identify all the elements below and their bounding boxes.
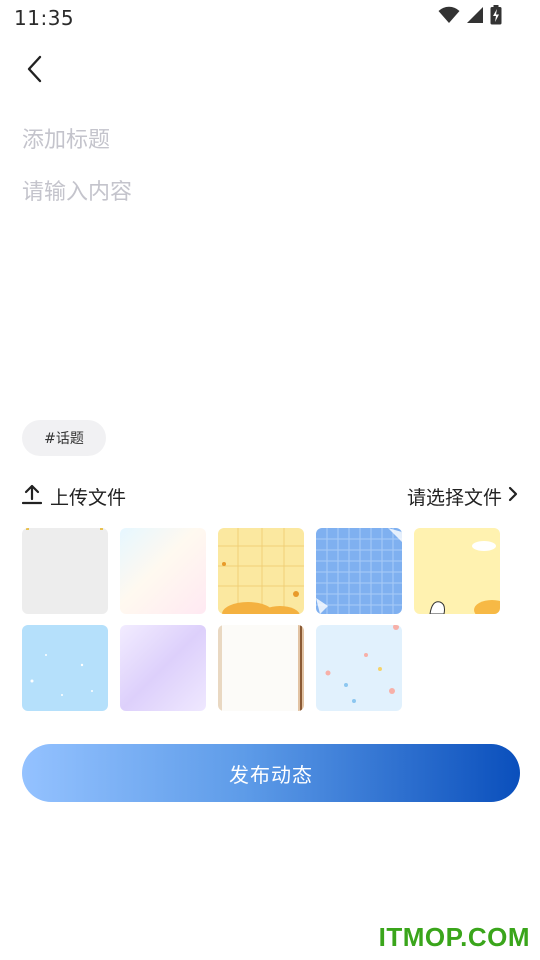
upload-icon — [21, 483, 43, 509]
background-thumbnail[interactable] — [316, 528, 402, 614]
background-thumbnail[interactable] — [120, 528, 206, 614]
background-thumbnail[interactable] — [218, 528, 304, 614]
title-input[interactable] — [22, 124, 502, 156]
back-button[interactable] — [22, 52, 52, 86]
upload-row: 上传文件 请选择文件 — [21, 480, 520, 512]
wifi-icon — [438, 6, 460, 28]
topic-chip[interactable]: #话题 — [22, 420, 106, 456]
choose-file-label: 请选择文件 — [406, 486, 502, 509]
status-icons — [438, 5, 502, 29]
background-thumbnail[interactable] — [120, 625, 206, 711]
chevron-right-icon — [506, 484, 520, 508]
status-bar: 11:35 — [0, 0, 540, 36]
upload-label: 上传文件 — [50, 486, 127, 509]
publish-label: 发布动态 — [229, 762, 313, 787]
battery-charging-icon — [490, 5, 502, 29]
background-thumbnail[interactable] — [218, 625, 304, 711]
signal-icon — [466, 6, 484, 28]
publish-button[interactable]: 发布动态 — [22, 744, 520, 802]
background-thumbnail[interactable] — [414, 528, 500, 614]
background-thumbnail[interactable] — [22, 625, 108, 711]
watermark-logo: ITMOP.COM — [378, 922, 530, 952]
background-thumbnail[interactable] — [316, 625, 402, 711]
chevron-left-icon — [22, 55, 52, 90]
content-input[interactable] — [22, 178, 502, 398]
background-thumbnail[interactable] — [22, 528, 108, 614]
choose-file-button[interactable]: 请选择文件 — [407, 480, 520, 512]
topic-chip-label: #话题 — [44, 431, 84, 447]
status-time: 11:35 — [14, 6, 75, 30]
upload-file-button[interactable]: 上传文件 — [21, 480, 127, 512]
